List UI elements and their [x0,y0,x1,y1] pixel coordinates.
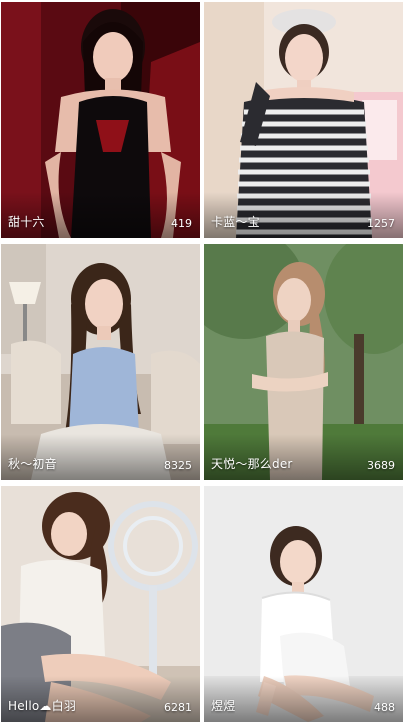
streamer-grid: 甜十六 419 卡蓝～宝 1257 秋～初音 8325 天悦～那么der 368… [0,0,405,722]
streamer-card[interactable]: 秋～初音 8325 [1,244,200,480]
streamer-card[interactable]: 天悦～那么der 3689 [204,244,403,480]
streamer-name: 秋～初音 [8,457,57,471]
streamer-name: 煜煜 [211,699,236,713]
streamer-card[interactable]: 卡蓝～宝 1257 [204,2,403,238]
streamer-card[interactable]: Hello☁白羽 6281 [1,486,200,722]
streamer-card[interactable]: 煜煜 488 [204,486,403,722]
streamer-name: 天悦～那么der [211,457,293,471]
viewer-count: 8325 [164,459,192,472]
streamer-card[interactable]: 甜十六 419 [1,2,200,238]
viewer-count: 6281 [164,701,192,714]
streamer-name: 甜十六 [8,215,45,229]
viewer-count: 1257 [367,217,395,230]
viewer-count: 3689 [367,459,395,472]
streamer-name: Hello☁白羽 [8,699,77,713]
viewer-count: 488 [374,701,395,714]
viewer-count: 419 [171,217,192,230]
streamer-name: 卡蓝～宝 [211,215,260,229]
